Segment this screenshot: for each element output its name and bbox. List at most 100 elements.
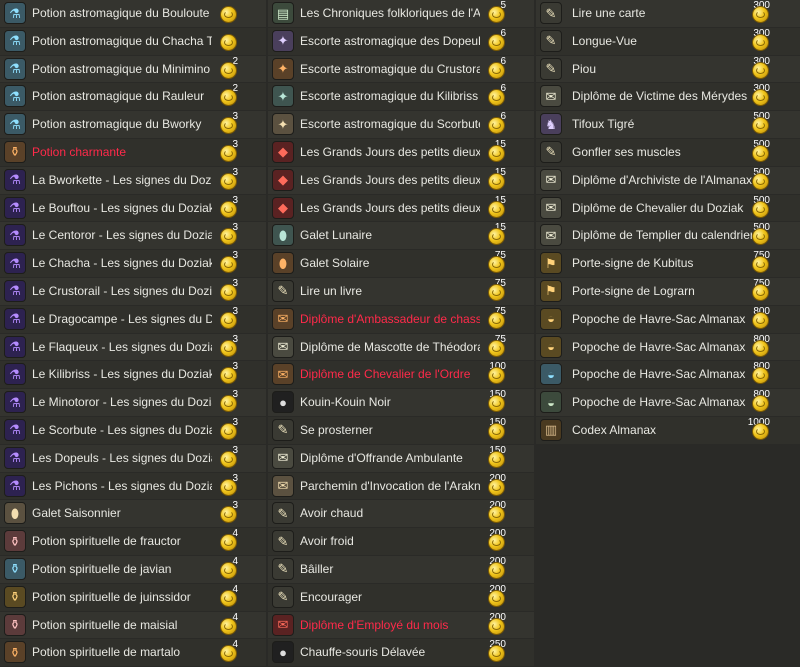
shop-item-row[interactable]: ♞Tifoux Tigré500 [536,111,800,138]
shop-item-row[interactable]: ▥Codex Almanax1000 [536,416,800,444]
shop-item-row[interactable]: ✦ Escorte astromagique du Scorbute 6 [268,111,534,138]
star-escort-icon: ✦ [272,29,294,52]
shop-item-row[interactable]: ✉ Diplôme d'Employé du mois 200 [268,611,534,639]
shop-item-row[interactable]: ◆ Les Grands Jours des petits dieux III 15 [268,194,534,222]
shop-item-row[interactable]: ◆ Les Grands Jours des petits dieux II 15 [268,166,534,194]
sign-potion-icon: ⚗ [4,168,26,191]
coin-icon [752,311,769,329]
star-escort-icon: ✦ [272,113,294,136]
coin-icon [220,561,237,579]
diploma-icon: ✉ [540,168,562,191]
shop-item-row[interactable]: ✦ Escorte astromagique du Kilibriss 6 [268,83,534,111]
shop-item-row[interactable]: ⚗ Potion astromagique du Minimino 2 [0,55,266,83]
shop-item-row[interactable]: ●Chauffe-souris Délavée250 [268,639,534,667]
shop-item-row[interactable]: ⚑Porte-signe de Lograrn750 [536,277,800,305]
shop-item-row[interactable]: ◒Popoche de Havre-Sac Almanax800 [536,305,800,333]
shop-item-row[interactable]: ⚗ Potion astromagique du Bouloute [0,0,266,27]
moon-pebble-icon: ⬮ [272,224,294,247]
shop-item-row[interactable]: ⬮ Galet Saisonnier 3 [0,500,266,528]
item-name: Popoche de Havre-Sac Almanax [572,339,746,354]
shop-item-row[interactable]: ✉ Diplôme de Mascotte de Théodoran 75 [268,333,534,361]
shop-item-row[interactable]: ⚱ Potion spirituelle de juinssidor 4 [0,583,266,611]
potion-icon: ⚱ [4,140,26,163]
shop-item-row[interactable]: ✎Piou300 [536,55,800,83]
shop-item-row[interactable]: ✎Avoir chaud200 [268,500,534,528]
shop-item-row[interactable]: ⚱ Potion spirituelle de frauctor 4 [0,528,266,555]
sign-potion-icon: ⚗ [4,224,26,247]
item-name: Gonfler ses muscles [572,144,681,159]
item-name: Le Dragocampe - Les signes du Doziak [32,311,212,326]
item-name: Codex Almanax [572,422,657,437]
shop-item-row[interactable]: ⚗ Les Pichons - Les signes du Doziak 3 [0,472,266,500]
shop-item-row[interactable]: ◒Popoche de Havre-Sac Almanax800 [536,361,800,389]
pet-icon: ● [272,391,294,414]
shop-item-row[interactable]: ⚗Le Dragocampe - Les signes du Doziak3 [0,305,266,333]
shop-item-row[interactable]: ◆ Les Grands Jours des petits dieux I 15 [268,138,534,166]
shop-item-row[interactable]: ⚗ Potion astromagique du Bworky 3 [0,111,266,138]
shop-item-row[interactable]: ⚗ Le Flaqueux - Les signes du Doziak 3 [0,333,266,361]
shop-item-row[interactable]: ✦ Escorte astromagique des Dopeuls 6 [268,27,534,55]
shop-item-row[interactable]: ✎Avoir froid200 [268,528,534,555]
shop-item-row[interactable]: ⚗ Potion astromagique du Rauleur 2 [0,83,266,111]
shop-item-row[interactable]: ✎Lire une carte300 [536,0,800,27]
item-name: Bâiller [300,561,334,576]
shop-item-row[interactable]: ⚗ Les Dopeuls - Les signes du Doziak 3 [0,444,266,472]
shop-item-row[interactable]: ✉Diplôme de Templier du calendrier500 [536,222,800,250]
shop-item-row[interactable]: ⚗ Le Chacha - Les signes du Doziak V3 [0,250,266,277]
shop-item-row[interactable]: ✉Diplôme de Chevalier de l'Ordre100 [268,361,534,389]
shop-item-row[interactable]: ✎Encourager200 [268,583,534,611]
item-name: Les Dopeuls - Les signes du Doziak [32,450,212,465]
coin-icon [220,589,237,607]
item-name: Escorte astromagique du Kilibriss [300,89,479,104]
coin-icon [220,339,237,357]
item-name: Les Grands Jours des petits dieux I [300,144,480,159]
shop-item-row[interactable]: ⚗ Le Bouftou - Les signes du Doziak 3 [0,194,266,222]
shop-item-row[interactable]: ◒Popoche de Havre-Sac Almanax800 [536,333,800,361]
shop-item-row[interactable]: ⚗ Le Scorbute - Les signes du Doziak 3 [0,416,266,444]
sign-potion-icon: ⚗ [4,252,26,275]
shop-item-row[interactable]: ⚗ Le Minotoror - Les signes du Doziak 3 [0,389,266,416]
shop-item-row[interactable]: ✉Diplôme de Victime des Mérydes300 [536,83,800,111]
coin-icon [488,478,505,496]
shop-item-row[interactable]: ●Kouin-Kouin Noir150 [268,389,534,416]
coin-icon [752,144,769,162]
shop-item-row[interactable]: ⚗ Le Kilibriss - Les signes du Doziak 3 [0,361,266,389]
shop-item-row[interactable]: ✉ Parchemin d'Invocation de l'Arakne 200 [268,472,534,500]
coin-icon [488,172,505,190]
shop-item-row[interactable]: ⚱ Potion charmante 3 [0,138,266,166]
shop-item-row[interactable]: ✉Diplôme d'Offrande Ambulante150 [268,444,534,472]
item-name: Potion charmante [32,144,127,159]
shop-item-row[interactable]: ✦ Escorte astromagique du Crustorail 6 [268,55,534,83]
spirit-potion-icon: ⚱ [4,585,26,608]
coin-icon [220,172,237,190]
shop-item-row[interactable]: ✎ Lire un livre 75 [268,277,534,305]
shop-item-row[interactable]: ⬮ Galet Solaire 75 [268,250,534,277]
shop-item-row[interactable]: ✎Bâiller200 [268,555,534,583]
shop-item-row[interactable]: ⚱ Potion spirituelle de javian 4 [0,555,266,583]
shop-item-row[interactable]: ✎Se prosterner150 [268,416,534,444]
item-name: Potion spirituelle de javian [32,561,172,576]
shop-item-row[interactable]: ✉ Diplôme de Chevalier du Doziak 500 [536,194,800,222]
coin-icon [220,283,237,301]
emote-icon: ✎ [540,140,562,163]
shop-item-row[interactable]: ⚑Porte-signe de Kubitus750 [536,250,800,277]
shop-item-row[interactable]: ⚗ Potion astromagique du Chacha Tigré [0,27,266,55]
shop-item-row[interactable]: ⚗ Le Crustorail - Les signes du Doziak 3 [0,277,266,305]
shop-item-row[interactable]: ◒Popoche de Havre-Sac Almanax800 [536,389,800,416]
shop-item-row[interactable]: ✎Longue-Vue300 [536,27,800,55]
shop-item-row[interactable]: ⚗ La Bworkette - Les signes du Doziak 3 [0,166,266,194]
coin-icon [488,144,505,162]
shop-item-row[interactable]: ✉Diplôme d'Archiviste de l'Almanax500 [536,166,800,194]
shop-item-row[interactable]: ⬮ Galet Lunaire 15 [268,222,534,250]
shop-item-row[interactable]: ✉ Diplôme d'Ambassadeur de chasse 75 [268,305,534,333]
shop-item-row[interactable]: ▤ Les Chroniques folkloriques de l'Almana… [268,0,534,27]
item-name: Se prosterner [300,422,373,437]
coin-icon [220,61,237,79]
shop-item-row[interactable]: ⚗ Le Centoror - Les signes du Doziak 3 [0,222,266,250]
sign-potion-icon: ⚗ [4,446,26,469]
emote-icon: ✎ [272,502,294,525]
shop-item-row[interactable]: ⚱ Potion spirituelle de martalo 4 [0,639,266,667]
coin-icon [488,589,505,607]
shop-item-row[interactable]: ⚱ Potion spirituelle de maisial 4 [0,611,266,639]
shop-item-row[interactable]: ✎Gonfler ses muscles500 [536,138,800,166]
